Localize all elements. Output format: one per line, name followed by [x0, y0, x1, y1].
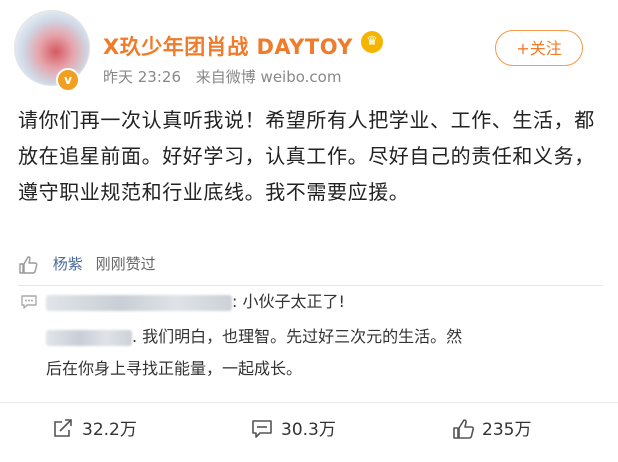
like-count: 235万	[482, 420, 532, 440]
follow-button[interactable]: +关注	[495, 30, 583, 66]
thumb-up-icon	[19, 255, 38, 274]
repost-icon	[54, 419, 72, 437]
liker-name[interactable]: 杨紫	[53, 255, 83, 273]
comment-text: : 小伙子太正了!	[232, 292, 345, 311]
username[interactable]: X玖少年团肖战 DAYTOY	[103, 31, 353, 61]
actions-divider	[0, 402, 618, 403]
liked-text: 刚刚赞过	[95, 255, 156, 273]
repost-count: 32.2万	[82, 420, 137, 440]
comment-continuation: 后在你身上寻找正能量，一起成长。	[46, 359, 303, 378]
blurred-username	[46, 329, 132, 346]
liked-by-row: 杨紫 刚刚赞过	[18, 253, 156, 274]
blurred-username	[46, 294, 232, 311]
crown-icon: ♛	[361, 31, 383, 53]
comment-count: 30.3万	[281, 420, 336, 440]
verified-badge-icon: v	[56, 68, 80, 92]
comment-text: . 我们明白，也理智。先过好三次元的生活。然	[132, 327, 463, 346]
comment-bubble-icon	[21, 295, 37, 309]
post-time: 昨天 23:26	[103, 68, 181, 86]
like-button[interactable]: 235万	[452, 415, 531, 440]
avatar[interactable]: v	[14, 10, 90, 92]
comment-button[interactable]: 30.3万	[251, 415, 336, 440]
post-meta: 昨天 23:26 来自微博 weibo.com	[103, 66, 351, 87]
post-text: 请你们再一次认真听我说！希望所有人把学业、工作、生活，都放在追星前面。好好学习，…	[18, 108, 595, 204]
comment-item: . 我们明白，也理智。先过好三次元的生活。然	[46, 321, 606, 353]
repost-button[interactable]: 32.2万	[52, 415, 137, 440]
comment-icon	[252, 420, 272, 438]
post-source: 来自微博 weibo.com	[195, 68, 342, 86]
thumb-up-icon	[453, 419, 475, 439]
comment-item: : 小伙子太正了!	[46, 286, 345, 318]
